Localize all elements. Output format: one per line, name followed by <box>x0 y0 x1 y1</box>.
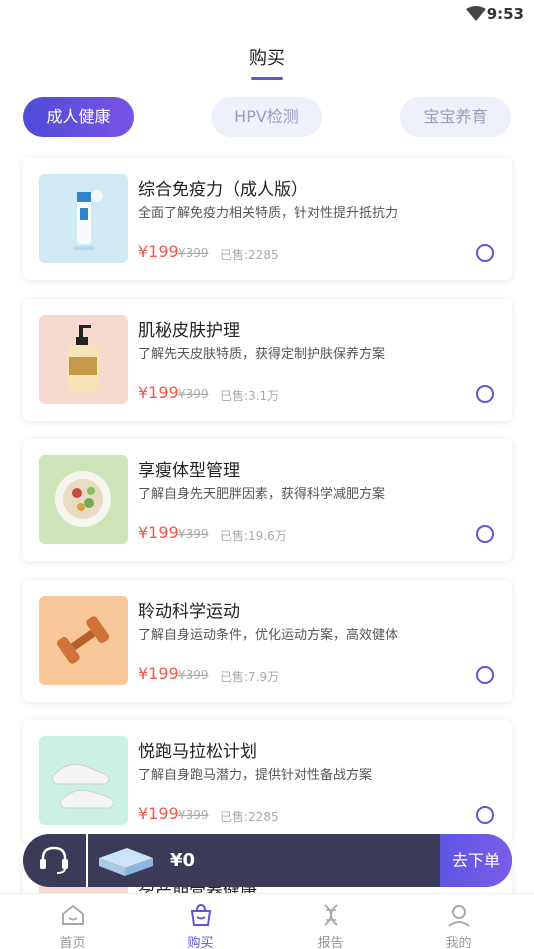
nav-report[interactable]: 报告 <box>264 894 397 949</box>
sold-count: 已售:19.6万 <box>220 529 287 543</box>
nav-label: 我的 <box>445 936 472 949</box>
divider <box>86 834 88 887</box>
select-radio[interactable] <box>476 385 494 403</box>
original-price: ¥399 <box>178 527 209 541</box>
product-desc: 全面了解免疫力相关特质，针对性提升抵抗力 <box>138 206 399 221</box>
cart-total: ¥0 <box>170 850 196 871</box>
status-bar: 9:53 <box>0 0 534 30</box>
product-price: ¥199 <box>138 242 179 261</box>
product-price: ¥199 <box>138 383 179 402</box>
page-header: 购买 <box>0 44 534 80</box>
product-name: 综合免疫力（成人版） <box>138 180 308 200</box>
headset-icon <box>40 846 68 874</box>
original-price: ¥399 <box>178 246 209 260</box>
sold-count: 已售:2285 <box>220 248 279 262</box>
sold-count: 已售:2285 <box>220 810 279 824</box>
nav-label: 首页 <box>59 936 86 949</box>
place-order-button[interactable]: 去下单 <box>440 834 512 887</box>
immunity-bottle-icon <box>39 174 128 263</box>
product-name: 悦跑马拉松计划 <box>138 742 257 762</box>
nav-buy[interactable]: 购买 <box>134 894 267 949</box>
sold-count: 已售:7.9万 <box>220 670 280 684</box>
select-radio[interactable] <box>476 525 494 543</box>
product-name: 肌秘皮肤护理 <box>138 321 240 341</box>
product-card[interactable]: 肌秘皮肤护理 了解先天皮肤特质，获得定制护肤保养方案 ¥199 ¥399 已售:… <box>23 299 512 421</box>
shopping-bag-icon <box>190 903 212 926</box>
original-price: ¥399 <box>178 668 209 682</box>
nav-label: 报告 <box>317 936 344 949</box>
product-desc: 了解自身跑马潜力，提供针对性备战方案 <box>138 768 373 783</box>
tab-hpv-test[interactable]: HPV检测 <box>211 97 322 137</box>
nav-label: 购买 <box>187 936 214 949</box>
product-card[interactable]: 享瘦体型管理 了解自身先天肥胖因素，获得科学减肥方案 ¥199 ¥399 已售:… <box>23 439 512 561</box>
home-icon <box>62 904 84 925</box>
product-desc: 了解自身先天肥胖因素，获得科学减肥方案 <box>138 487 386 502</box>
nav-mine[interactable]: 我的 <box>392 894 525 949</box>
product-card[interactable]: 综合免疫力（成人版） 全面了解免疫力相关特质，针对性提升抵抗力 ¥199 ¥39… <box>23 158 512 280</box>
cart-bar: ¥0 去下单 <box>23 834 512 887</box>
customer-service-button[interactable] <box>23 834 86 887</box>
product-card[interactable]: 悦跑马拉松计划 了解自身跑马潜力，提供针对性备战方案 ¥199 ¥399 已售:… <box>23 720 512 842</box>
user-icon <box>448 905 470 927</box>
package-box-icon <box>99 848 153 876</box>
product-name: 聆动科学运动 <box>138 602 240 622</box>
title-underline <box>251 77 283 80</box>
nav-home[interactable]: 首页 <box>6 894 139 949</box>
product-card[interactable]: 聆动科学运动 了解自身运动条件，优化运动方案，高效健体 ¥199 ¥399 已售… <box>23 580 512 702</box>
tab-baby-care[interactable]: 宝宝养育 <box>400 97 511 137</box>
lotion-bottle-icon <box>39 315 128 404</box>
product-name: 享瘦体型管理 <box>138 461 240 481</box>
dumbbells-icon <box>39 596 128 685</box>
sold-count: 已售:3.1万 <box>220 389 280 403</box>
product-price: ¥199 <box>138 664 179 683</box>
original-price: ¥399 <box>178 808 209 822</box>
wifi-icon <box>466 6 486 21</box>
select-radio[interactable] <box>476 666 494 684</box>
page-title: 购买 <box>249 48 285 69</box>
dna-icon <box>324 904 338 926</box>
category-tabs: 成人健康 HPV检测 宝宝养育 <box>23 97 511 137</box>
bottom-nav: 首页 购买 报告 我的 <box>0 893 534 949</box>
product-desc: 了解先天皮肤特质，获得定制护肤保养方案 <box>138 347 386 362</box>
product-price: ¥199 <box>138 523 179 542</box>
sneakers-icon <box>39 736 128 825</box>
select-radio[interactable] <box>476 806 494 824</box>
original-price: ¥399 <box>178 387 209 401</box>
product-desc: 了解自身运动条件，优化运动方案，高效健体 <box>138 628 399 643</box>
product-price: ¥199 <box>138 804 179 823</box>
select-radio[interactable] <box>476 244 494 262</box>
tab-adult-health[interactable]: 成人健康 <box>23 97 134 137</box>
status-time: 9:53 <box>486 5 524 23</box>
salad-plate-icon <box>39 455 128 544</box>
